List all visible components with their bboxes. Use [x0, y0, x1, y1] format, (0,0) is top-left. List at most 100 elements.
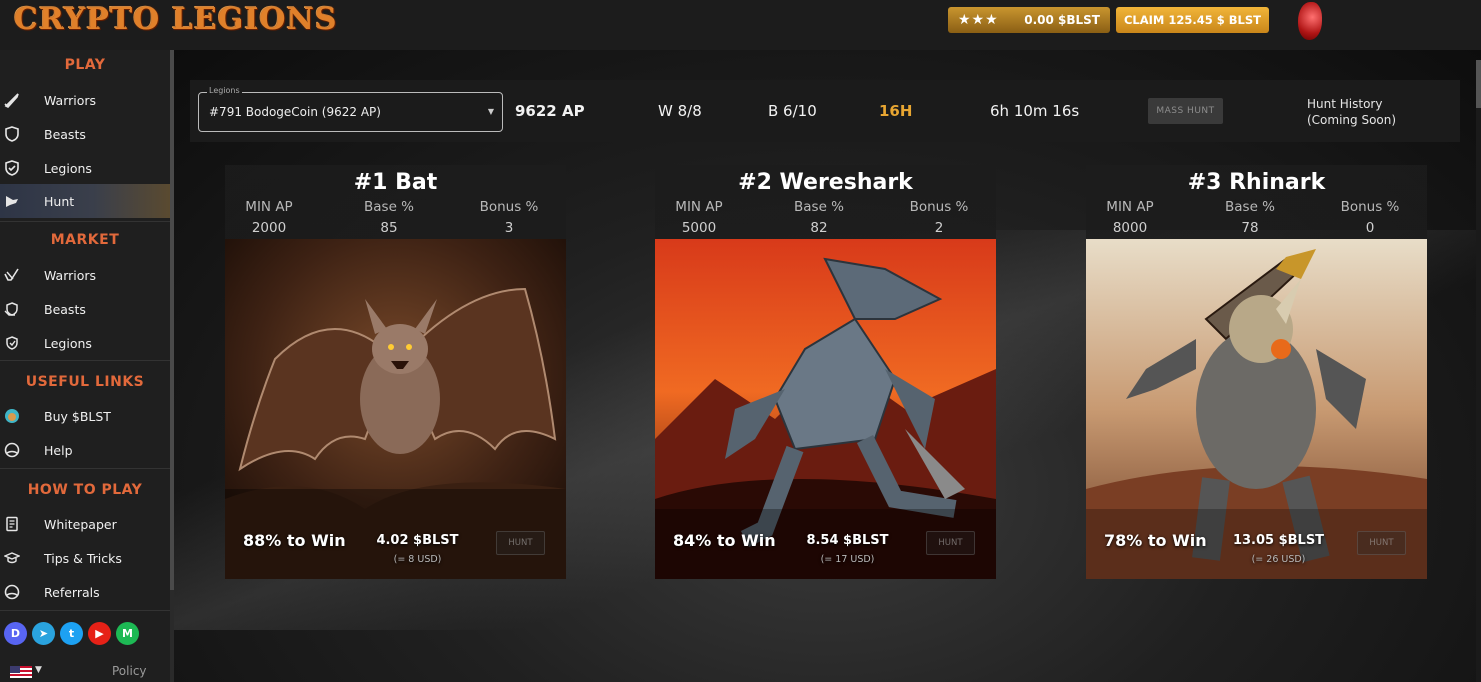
base-value: 85 [380, 220, 398, 236]
monster-card-rhinark: #3 Rhinark MIN AP Base % Bonus % 8000 78… [1086, 165, 1427, 579]
win-chance: 78% to Win [1104, 531, 1207, 550]
us-flag-icon[interactable] [10, 666, 32, 678]
sword-icon [4, 92, 20, 108]
policy-link[interactable]: Policy [112, 664, 147, 678]
twitter-icon[interactable]: t [60, 622, 83, 645]
min-ap-label: MIN AP [245, 199, 293, 215]
sidebar-item-referrals[interactable]: Referrals [0, 575, 170, 609]
hunt-button[interactable]: HUNT [926, 531, 975, 555]
reward-usd: (= 26 USD) [1251, 554, 1306, 565]
hunt-button[interactable]: HUNT [496, 531, 545, 555]
market-beast-icon [4, 301, 20, 317]
discord-icon[interactable]: D [4, 622, 27, 645]
bat-artwork [225, 239, 566, 579]
social-links: D ➤ t ▶ M [4, 622, 139, 645]
sidebar-item-buy-blst[interactable]: Buy $BLST [0, 399, 170, 433]
section-title-play: PLAY [64, 57, 106, 73]
pancakeswap-icon [4, 408, 20, 424]
chevron-down-icon: ▼ [487, 107, 494, 116]
sidebar-divider [0, 468, 170, 469]
sidebar-item-label: Beasts [44, 301, 86, 317]
monster-title: #2 Wereshark [738, 170, 913, 195]
wereshark-artwork [655, 239, 996, 579]
win-chance: 84% to Win [673, 531, 776, 550]
sidebar-item-hunt[interactable]: Hunt [0, 184, 170, 218]
hunt-timer: 6h 10m 16s [990, 102, 1080, 120]
sidebar-item-label: Help [44, 442, 73, 458]
base-label: Base % [794, 199, 844, 215]
mass-hunt-button[interactable]: MASS HUNT [1148, 98, 1223, 124]
bonus-label: Bonus % [479, 199, 539, 215]
sidebar-item-label: Hunt [44, 193, 75, 209]
min-ap-value: 8000 [1112, 220, 1148, 236]
sidebar-item-tips-tricks[interactable]: Tips & Tricks [0, 541, 170, 575]
reward-amount: 13.05 $BLST [1232, 533, 1325, 548]
sidebar-item-legions[interactable]: Legions [0, 151, 170, 185]
sidebar-item-label: Referrals [44, 584, 100, 600]
monster-title: #1 Bat [353, 170, 438, 195]
hunt-button[interactable]: HUNT [1357, 531, 1406, 555]
legion-select[interactable]: Legions #791 BodogeCoin (9622 AP) ▼ [198, 86, 503, 132]
hunt-icon [4, 193, 20, 209]
youtube-icon[interactable]: ▶ [88, 622, 111, 645]
min-ap-value: 2000 [251, 220, 287, 236]
base-value: 82 [810, 220, 828, 236]
sidebar-item-label: Warriors [44, 267, 97, 283]
sidebar-divider [0, 610, 170, 611]
sidebar-item-help[interactable]: Help [0, 433, 170, 467]
section-title-market: MARKET [50, 232, 120, 248]
star-rating: ★★★ [958, 12, 999, 28]
sidebar-item-label: Whitepaper [44, 516, 117, 532]
bonus-value: 2 [934, 220, 944, 236]
sidebar-item-market-beasts[interactable]: Beasts [0, 292, 170, 326]
min-ap-label: MIN AP [675, 199, 723, 215]
sidebar-item-label: Legions [44, 160, 92, 176]
base-value: 78 [1241, 220, 1259, 236]
chevron-down-icon[interactable]: ▼ [35, 665, 42, 675]
min-ap-label: MIN AP [1106, 199, 1154, 215]
section-title-useful-links: USEFUL LINKS [25, 374, 145, 390]
legion-select-label: Legions [207, 86, 242, 95]
top-bar: CRYPTO LEGIONS ★★★ 0.00 $BLST CLAIM 125.… [0, 0, 1481, 50]
win-chance: 88% to Win [243, 531, 346, 550]
section-title-how-to-play: HOW TO PLAY [27, 482, 143, 498]
hunt-hours-badge: 16H [879, 102, 913, 120]
monster-card-bat: #1 Bat MIN AP Base % Bonus % 2000 85 3 8… [225, 165, 566, 579]
sidebar-divider [0, 360, 170, 361]
rhinark-artwork [1086, 239, 1427, 579]
bonus-label: Bonus % [1340, 199, 1400, 215]
monster-title: #3 Rhinark [1187, 170, 1326, 195]
referral-icon [4, 584, 20, 600]
base-label: Base % [1225, 199, 1275, 215]
sidebar-item-label: Legions [44, 335, 92, 351]
beast-count: B 6/10 [768, 102, 817, 120]
page-scroll-thumb[interactable] [1476, 60, 1481, 108]
bonus-label: Bonus % [909, 199, 969, 215]
legion-shield-icon [4, 160, 20, 176]
hunt-history-link[interactable]: Hunt History (Coming Soon) [1307, 96, 1427, 128]
bonus-value: 3 [504, 220, 514, 236]
sidebar-item-market-legions[interactable]: Legions [0, 326, 170, 360]
gem-icon[interactable] [1298, 2, 1322, 40]
sidebar-item-label: Buy $BLST [44, 408, 111, 424]
app-logo[interactable]: CRYPTO LEGIONS [14, 2, 338, 37]
telegram-icon[interactable]: ➤ [32, 622, 55, 645]
sidebar-item-label: Warriors [44, 92, 97, 108]
stars-balance-pill: ★★★ 0.00 $BLST [948, 7, 1110, 33]
page-scrollbar[interactable] [1476, 60, 1481, 682]
sidebar-item-whitepaper[interactable]: Whitepaper [0, 507, 170, 541]
sidebar-item-beasts[interactable]: Beasts [0, 117, 170, 151]
sidebar-item-label: Beasts [44, 126, 86, 142]
sidebar-item-label: Tips & Tricks [44, 550, 122, 566]
claim-button[interactable]: CLAIM 125.45 $ BLST [1116, 7, 1269, 33]
medium-icon[interactable]: M [116, 622, 139, 645]
reward-usd: (= 17 USD) [820, 554, 875, 565]
bonus-value: 0 [1365, 220, 1375, 236]
legion-select-value: #791 BodogeCoin (9622 AP) [209, 105, 381, 119]
sidebar-item-market-warriors[interactable]: Warriors [0, 258, 170, 292]
reward-usd: (= 8 USD) [393, 554, 442, 565]
sidebar-divider [0, 221, 170, 222]
sidebar-item-warriors[interactable]: Warriors [0, 83, 170, 117]
min-ap-value: 5000 [681, 220, 717, 236]
shield-icon [4, 126, 20, 142]
